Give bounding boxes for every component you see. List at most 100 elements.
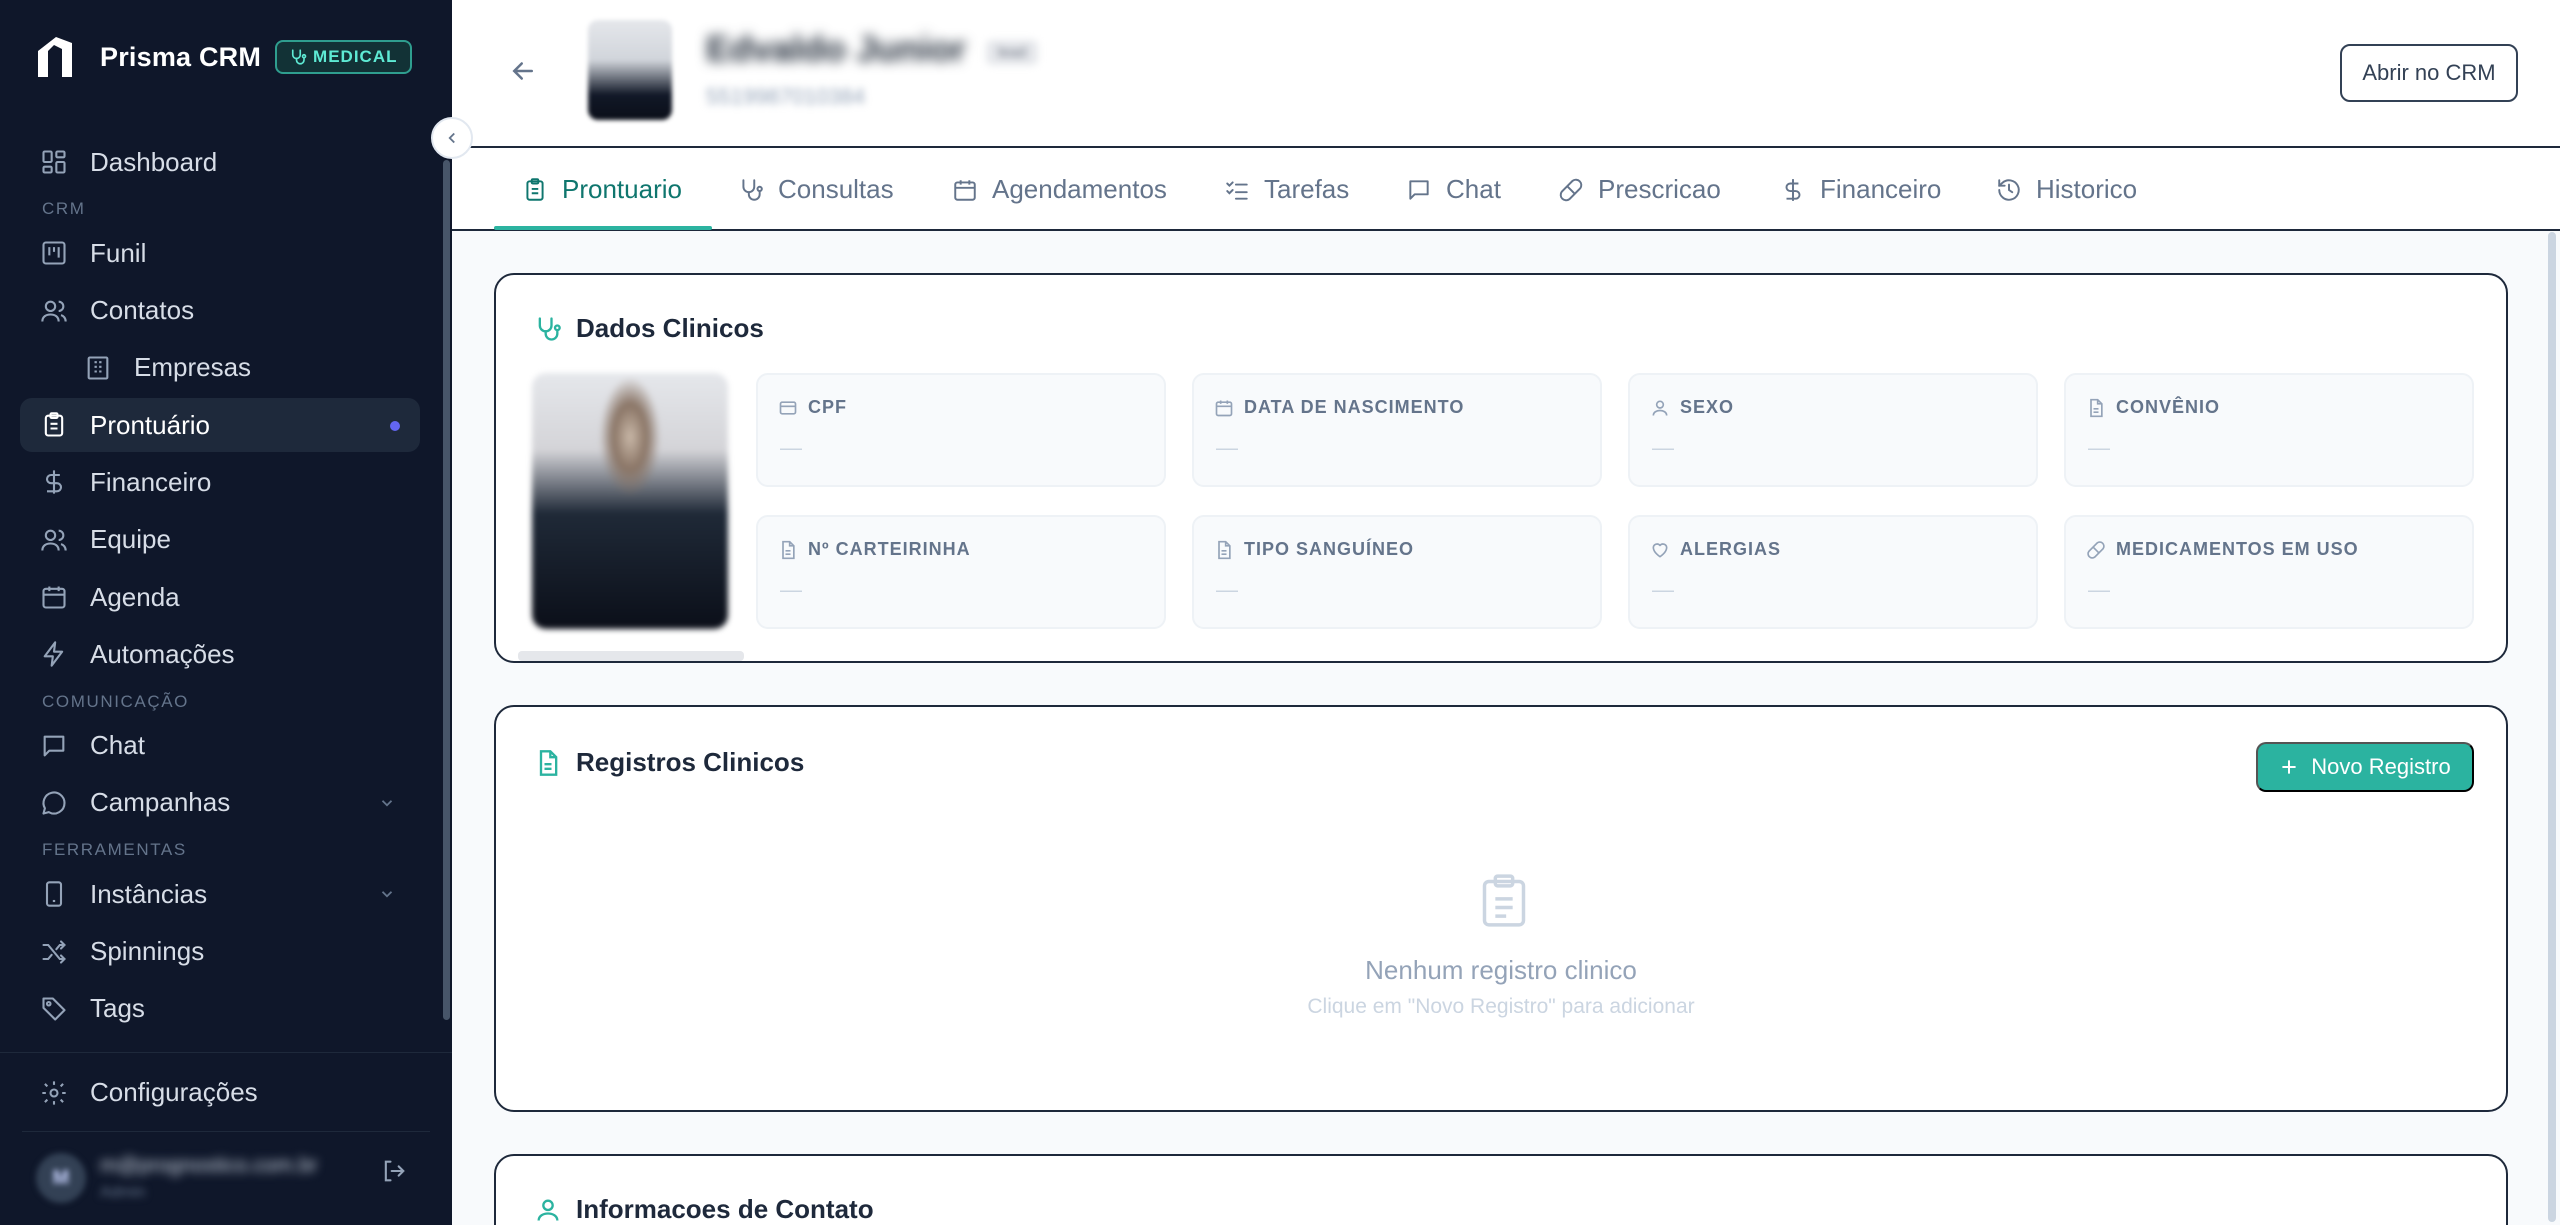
history-icon <box>1998 178 2020 201</box>
field-value: — <box>1652 435 1674 460</box>
sidebar-item-funil[interactable]: Funil <box>20 226 420 280</box>
sidebar-item-label: Dashboard <box>90 146 218 177</box>
sidebar-item-label: Financeiro <box>90 466 212 497</box>
tab-prescricao[interactable]: Prescricao <box>1558 148 1721 231</box>
sidebar-item-prontuario[interactable]: Prontuário <box>20 398 420 453</box>
tab-label: Financeiro <box>1820 174 1942 204</box>
sidebar-item-label: Chat <box>90 730 145 761</box>
sidebar-item-label: Instâncias <box>90 878 208 909</box>
card-title-text: Dados Clinicos <box>576 313 764 343</box>
card-title-text: Registros Clinicos <box>576 747 805 777</box>
user-icon <box>537 1199 559 1221</box>
sidebar-scrollbar[interactable] <box>443 160 450 1020</box>
dollar-icon <box>45 470 63 495</box>
active-tab-indicator <box>494 226 712 230</box>
field-value: — <box>1652 577 1674 602</box>
sidebar-item-automacoes[interactable]: Automações <box>20 627 420 681</box>
back-arrow-icon[interactable] <box>508 56 538 86</box>
field-label: CPF <box>808 397 847 417</box>
tab-label: Chat <box>1446 174 1501 204</box>
file-icon <box>2090 398 2103 417</box>
tab-label: Agendamentos <box>992 174 1167 204</box>
field-value: — <box>2088 577 2110 602</box>
field-label: Nº CARTEIRINHA <box>808 539 971 559</box>
contact-info-card: Informacoes de Contato <box>494 1154 2508 1225</box>
sidebar-item-agenda[interactable]: Agenda <box>20 570 420 624</box>
contact-info-title: Informacoes de Contato <box>534 1194 874 1225</box>
clinical-records-title: Registros Clinicos <box>534 747 804 778</box>
sidebar-item-spinnings[interactable]: Spinnings <box>20 925 420 979</box>
field-value: — <box>1216 577 1238 602</box>
divider <box>22 1131 430 1132</box>
sidebar-item-instancias[interactable]: Instâncias <box>20 867 420 921</box>
tab-label: Historico <box>2036 174 2138 204</box>
sidebar-item-chat[interactable]: Chat <box>20 719 420 773</box>
patient-header: Edvaldo Junior lead 5519987010384 Abrir … <box>452 0 2560 148</box>
field-medicamentos: MEDICAMENTOS EM USO — <box>2064 515 2474 629</box>
brand[interactable]: Prisma CRM MEDICAL <box>30 32 412 82</box>
smartphone-icon <box>45 881 63 907</box>
section-comunicacao: COMUNICAÇÃO <box>42 691 189 711</box>
sidebar-item-financeiro[interactable]: Financeiro <box>20 455 420 509</box>
field-label: DATA DE NASCIMENTO <box>1244 397 1465 417</box>
field-sexo: SEXO — <box>1628 373 2038 487</box>
tab-label: Consultas <box>778 174 894 204</box>
sidebar-item-equipe[interactable]: Equipe <box>20 513 420 567</box>
field-value: — <box>2088 435 2110 460</box>
building-icon <box>87 356 109 380</box>
main-scrollbar[interactable] <box>2548 232 2556 1222</box>
field-tipo-sanguineo: TIPO SANGUÍNEO — <box>1192 515 1602 629</box>
users-icon <box>41 300 67 322</box>
avatar: M <box>36 1153 86 1203</box>
calendar-icon <box>42 586 66 609</box>
sidebar-item-tags[interactable]: Tags <box>20 982 420 1036</box>
stethoscope-icon <box>538 316 561 341</box>
tab-tarefas[interactable]: Tarefas <box>1224 148 1349 231</box>
field-label: TIPO SANGUÍNEO <box>1244 539 1415 559</box>
sidebar-item-campanhas[interactable]: Campanhas <box>20 776 420 830</box>
user-profile[interactable]: M m@prognostico.com.br Admin <box>36 1153 317 1203</box>
tab-label: Tarefas <box>1264 174 1350 204</box>
chevron-left-icon <box>448 132 455 144</box>
sidebar-item-label: Automações <box>90 638 235 669</box>
tab-historico[interactable]: Historico <box>1996 148 2137 231</box>
user-role: Admin <box>100 1184 146 1201</box>
tab-financeiro[interactable]: Financeiro <box>1780 148 1941 231</box>
patient-phone: 5519987010384 <box>706 84 866 109</box>
logout-icon[interactable] <box>380 1157 408 1185</box>
tab-consultas[interactable]: Consultas <box>738 148 894 231</box>
sidebar-item-label: Spinnings <box>90 936 205 967</box>
calendar-icon <box>1215 400 1233 416</box>
dashboard-icon <box>42 150 66 174</box>
collapse-sidebar-button[interactable] <box>431 117 473 159</box>
sidebar-item-configuracoes[interactable]: Configurações <box>40 1077 258 1108</box>
sidebar-item-label: Configurações <box>90 1077 258 1107</box>
field-carteirinha: Nº CARTEIRINHA — <box>756 515 1166 629</box>
field-label: SEXO <box>1680 397 1735 417</box>
user-icon <box>1652 400 1668 416</box>
prisma-logo-icon <box>38 37 72 77</box>
field-convenio: CONVÊNIO — <box>2064 373 2474 487</box>
sidebar-item-label: Campanhas <box>90 787 231 818</box>
sidebar-item-empresas[interactable]: Empresas <box>20 341 420 395</box>
open-crm-button[interactable]: Abrir no CRM <box>2340 44 2518 102</box>
tab-label: Prontuario <box>562 174 682 204</box>
sidebar-item-dashboard[interactable]: Dashboard <box>20 135 420 189</box>
new-record-label: Novo Registro <box>2311 754 2451 779</box>
sidebar: Prisma CRM MEDICAL Dashboard CRM Funil C… <box>0 0 452 1225</box>
tab-bar: Prontuario Consultas Agendamentos Tarefa… <box>452 148 2560 231</box>
patient-photo[interactable] <box>532 373 728 629</box>
brand-name: Prisma CRM <box>100 41 262 72</box>
photo-scrollbar <box>518 651 744 661</box>
tab-chat[interactable]: Chat <box>1406 148 1501 231</box>
stethoscope-icon <box>742 178 763 201</box>
sidebar-footer: Configurações M m@prognostico.com.br Adm… <box>0 1052 452 1225</box>
field-label: ALERGIAS <box>1680 539 1782 559</box>
field-label: MEDICAMENTOS EM USO <box>2116 539 2359 559</box>
calendar-icon <box>954 179 976 201</box>
sidebar-item-contatos[interactable]: Contatos <box>20 284 420 338</box>
new-record-button[interactable]: Novo Registro <box>2256 742 2474 792</box>
field-data-nascimento: DATA DE NASCIMENTO — <box>1192 373 1602 487</box>
tab-agendamentos[interactable]: Agendamentos <box>952 148 1167 231</box>
tab-prontuario[interactable]: Prontuario <box>522 148 682 231</box>
